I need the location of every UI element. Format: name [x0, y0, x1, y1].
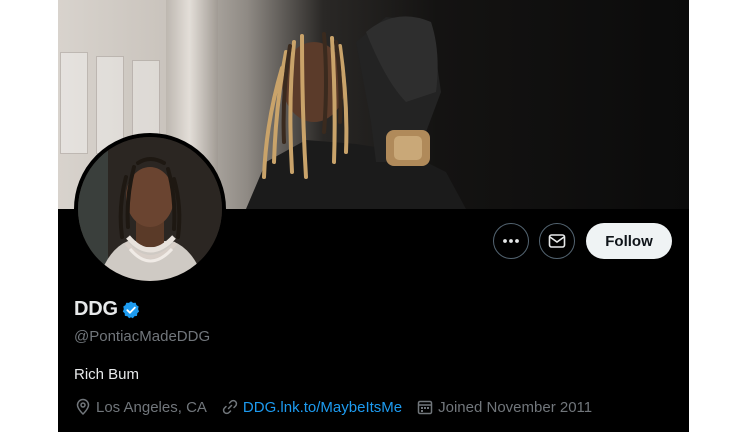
location-item: Los Angeles, CA [74, 398, 207, 416]
avatar[interactable] [74, 133, 226, 285]
calendar-icon [417, 400, 433, 415]
profile-header: Follow DDG @PontiacMadeDDG Rich Bum Los … [58, 0, 689, 432]
profile-meta: Los Angeles, CA DDG.lnk.to/MaybeItsMe Jo… [74, 398, 606, 416]
joined-item: Joined November 2011 [416, 398, 592, 416]
envelope-icon [548, 234, 566, 248]
more-options-button[interactable] [493, 223, 529, 259]
banner-wall-panel [60, 52, 88, 154]
joined-text: Joined November 2011 [438, 398, 593, 416]
display-name-row: DDG [74, 298, 141, 321]
link-icon [222, 399, 238, 415]
location-pin-icon [76, 398, 90, 416]
avatar-image [78, 137, 222, 281]
user-handle: @PontiacMadeDDG [74, 328, 211, 345]
website-item[interactable]: DDG.lnk.to/MaybeItsMe [221, 398, 402, 416]
website-link[interactable]: DDG.lnk.to/MaybeItsMe [243, 399, 402, 416]
more-dots-icon [503, 239, 519, 243]
banner-person-image [246, 16, 466, 209]
display-name: DDG [74, 298, 118, 320]
verified-badge-icon[interactable] [121, 300, 141, 320]
message-button[interactable] [539, 223, 575, 259]
profile-bio: Rich Bum [74, 366, 140, 383]
location-text: Los Angeles, CA [96, 398, 207, 416]
follow-button[interactable]: Follow [586, 223, 672, 259]
